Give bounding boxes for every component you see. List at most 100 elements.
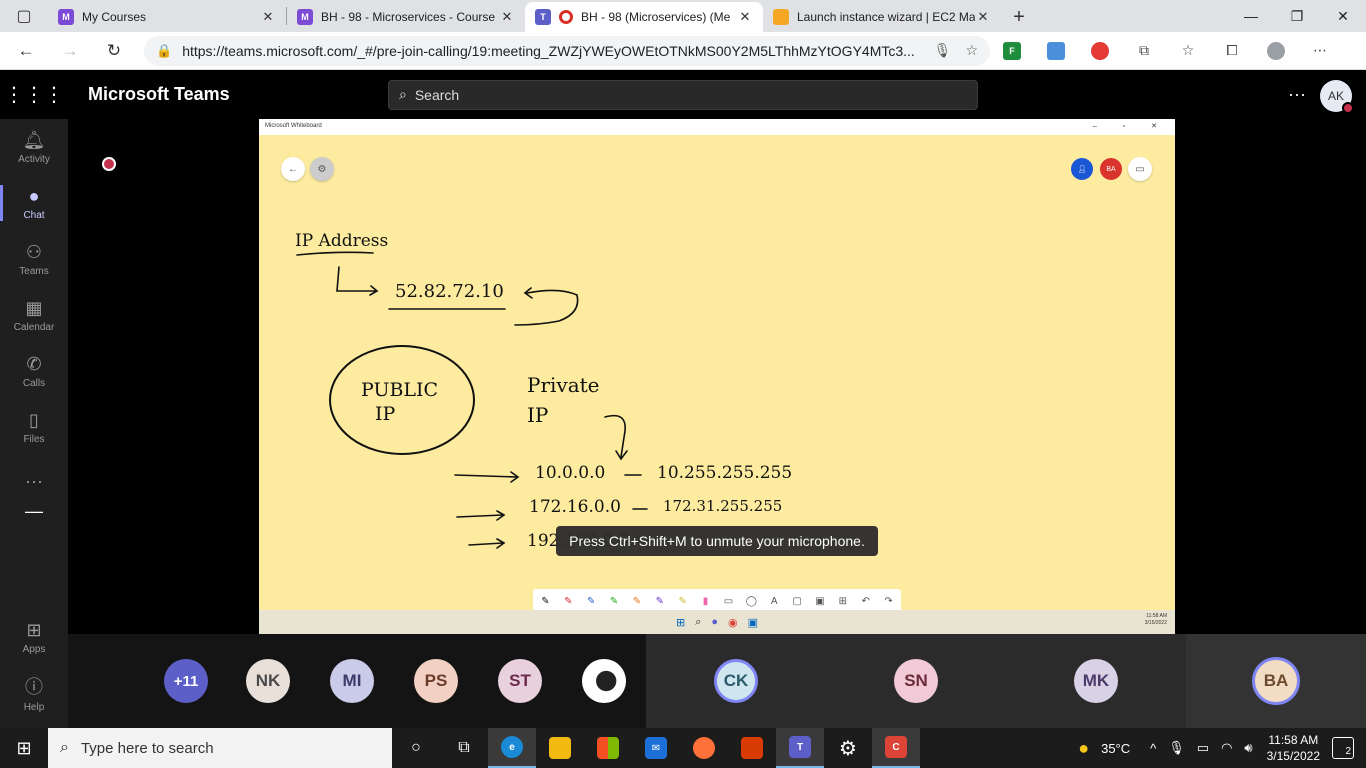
taskbar-teams[interactable]: T — [776, 728, 824, 768]
browser-tab-3[interactable]: T BH - 98 (Microservices) (Me ✕ — [525, 2, 763, 32]
pen-red-icon[interactable]: ✎ — [562, 596, 575, 607]
eraser-icon[interactable]: ▮ — [699, 596, 712, 607]
shared-screen: Microsoft Whiteboard – ▫ ✕ ← ⚙ 👤︎ BA ▭ I… — [259, 119, 1175, 634]
image-icon[interactable]: ▣ — [814, 596, 827, 607]
microphone-permission-icon[interactable]: 🎙 — [934, 42, 952, 59]
insert-icon[interactable]: ⊞ — [836, 596, 849, 607]
browser-menu-icon[interactable]: ⋯ — [1298, 35, 1342, 67]
rail-item-help[interactable]: ⓘ Help — [0, 665, 68, 721]
search-input[interactable]: ⌕ Search — [388, 79, 978, 110]
participant-tile-ps[interactable]: PS — [412, 634, 460, 728]
note-icon[interactable]: ▢ — [791, 596, 804, 607]
tab-actions-icon[interactable]: ▢ — [0, 0, 48, 32]
rail-item-calendar[interactable]: ▦ Calendar — [0, 287, 68, 343]
extension-green[interactable]: F — [990, 35, 1034, 67]
whiteboard-window-controls: – ▫ ✕ — [1092, 123, 1169, 130]
rail-item-calls[interactable]: ✆ Calls — [0, 343, 68, 399]
tab-1-title: My Courses — [82, 10, 147, 24]
ink-range-1-end: 10.255.255.255 — [657, 463, 793, 483]
tray-chevron-up-icon[interactable]: ^ — [1150, 741, 1156, 756]
participant-tile-nk[interactable]: NK — [244, 634, 292, 728]
windows-taskbar: ⊞ ⌕ Type here to search ○ ⧉ e ✉ T ⚙ C ● … — [0, 728, 1366, 768]
participant-tile-mk[interactable]: MK — [1006, 634, 1186, 728]
participant-overflow[interactable]: +11 — [162, 634, 210, 728]
participant-tile-st[interactable]: ST — [496, 634, 544, 728]
participant-tile-sn[interactable]: SN — [826, 634, 1006, 728]
pen-orange-icon[interactable]: ✎ — [631, 596, 644, 607]
restore-icon[interactable]: ❐ — [1274, 0, 1320, 32]
undo-icon[interactable]: ↶ — [859, 596, 872, 607]
taskbar-file-explorer[interactable] — [536, 728, 584, 768]
collections-icon[interactable]: ⧠ — [1210, 35, 1254, 67]
browser-tab-4[interactable]: Launch instance wizard | EC2 Ma ✕ — [763, 2, 1001, 32]
taskbar-clock[interactable]: 11:58 AM 3/15/2022 — [1267, 732, 1320, 764]
shared-whiteboard-icon: ▣ — [747, 616, 759, 629]
reload-icon[interactable]: ↻ — [96, 35, 132, 67]
weather-sun-icon[interactable]: ● — [1078, 738, 1089, 759]
rail-item-apps[interactable]: ⊞ Apps — [0, 609, 68, 665]
windows-start-icon[interactable]: ⊞ — [0, 728, 48, 768]
lock-icon[interactable]: 🔒 — [156, 43, 172, 59]
rail-item-teams[interactable]: ⚇ Teams — [0, 231, 68, 287]
tab-4-close-icon[interactable]: ✕ — [975, 9, 991, 25]
browser-tab-2[interactable]: M BH - 98 - Microservices - Course ✕ — [287, 2, 525, 32]
back-icon[interactable]: ← — [8, 35, 44, 67]
rail-item-chat[interactable]: ● Chat — [0, 175, 68, 231]
pen-purple-icon[interactable]: ✎ — [653, 596, 666, 607]
tab-2-close-icon[interactable]: ✕ — [499, 9, 515, 25]
pen-green-icon[interactable]: ✎ — [608, 596, 621, 607]
minimize-icon[interactable]: — — [1228, 0, 1274, 32]
pen-blue-icon[interactable]: ✎ — [585, 596, 598, 607]
ruler-icon[interactable]: ▭ — [722, 596, 735, 607]
cortana-icon[interactable]: ○ — [392, 728, 440, 768]
taskbar-office[interactable] — [728, 728, 776, 768]
taskbar-store[interactable] — [584, 728, 632, 768]
lasso-icon[interactable]: ◯ — [745, 596, 758, 607]
extension-blue[interactable] — [1034, 35, 1078, 67]
user-avatar[interactable]: AK — [1320, 80, 1354, 114]
taskbar-chrome[interactable]: C — [872, 728, 920, 768]
taskbar-mail[interactable]: ✉ — [632, 728, 680, 768]
rail-item-activity[interactable]: 🔔︎ Activity — [0, 119, 68, 175]
participant-avatar: SN — [894, 659, 938, 703]
participant-tile-mi[interactable]: MI — [328, 634, 376, 728]
profile-icon[interactable] — [1254, 35, 1298, 67]
tab-3-close-icon[interactable]: ✕ — [737, 9, 753, 25]
battery-icon[interactable]: ▭ — [1197, 740, 1209, 756]
taskbar-settings[interactable]: ⚙ — [824, 728, 872, 768]
redo-icon[interactable]: ↷ — [882, 596, 895, 607]
taskbar-edge[interactable]: e — [488, 728, 536, 768]
forward-icon[interactable]: → — [52, 35, 88, 67]
highlighter-icon[interactable]: ✎ — [676, 596, 689, 607]
participant-tile-photo[interactable] — [580, 634, 628, 728]
shared-chat-icon: ● — [711, 616, 719, 628]
weather-temperature[interactable]: 35°C — [1101, 741, 1130, 756]
more-options-icon[interactable]: ··· — [1288, 84, 1306, 105]
tab-1-close-icon[interactable]: ✕ — [260, 9, 276, 25]
favorites-icon[interactable]: ☆ — [1166, 35, 1210, 67]
pen-black-icon[interactable]: ✎ — [539, 596, 552, 607]
extensions-puzzle-icon[interactable]: ⧉ — [1122, 35, 1166, 67]
address-bar[interactable]: 🔒 https://teams.microsoft.com/_#/pre-joi… — [144, 35, 990, 66]
browser-tab-1[interactable]: M My Courses ✕ — [48, 2, 286, 32]
extension-blue-icon — [1047, 41, 1065, 60]
unmute-hint-toast: Press Ctrl+Shift+M to unmute your microp… — [556, 526, 878, 556]
participant-tile-ck[interactable]: CK — [646, 634, 826, 728]
app-launcher-icon[interactable]: ⋮⋮⋮ — [0, 82, 68, 107]
microphone-icon[interactable]: 🎙︎ — [1168, 740, 1185, 756]
notification-center-icon[interactable]: 2 — [1332, 737, 1354, 759]
wifi-icon[interactable]: ◠ — [1221, 740, 1232, 756]
participant-tile-ba[interactable]: BA — [1186, 634, 1366, 728]
volume-icon[interactable]: 🔊︎ — [1244, 740, 1252, 756]
chrome-icon: C — [885, 736, 907, 758]
close-window-icon[interactable]: ✕ — [1320, 0, 1366, 32]
favorite-star-icon[interactable]: ☆ — [965, 42, 978, 59]
text-icon[interactable]: A — [768, 596, 781, 607]
rail-item-files[interactable]: ▯ Files — [0, 399, 68, 455]
new-tab-icon[interactable]: + — [1001, 2, 1037, 32]
taskbar-firefox[interactable] — [680, 728, 728, 768]
task-view-icon[interactable]: ⧉ — [440, 728, 488, 768]
extension-red[interactable] — [1078, 35, 1122, 67]
taskbar-search-box[interactable]: ⌕ Type here to search — [48, 728, 392, 768]
teams-app-rail: 🔔︎ Activity ● Chat ⚇ Teams ▦ Calendar ✆ … — [0, 119, 68, 728]
